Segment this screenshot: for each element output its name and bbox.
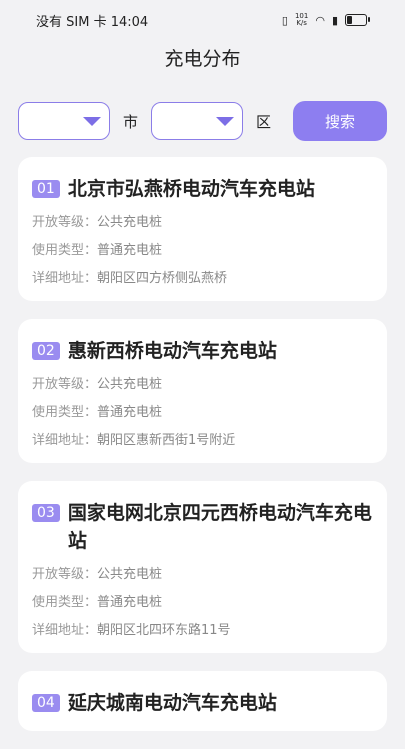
vibrate-icon: ▯: [281, 13, 288, 27]
address-row: 详细地址：朝阳区四方桥侧弘燕桥: [32, 271, 228, 286]
net-speed: 101 K/s: [294, 12, 309, 27]
district-select[interactable]: [151, 102, 244, 140]
sim-icon: ▮: [331, 13, 338, 27]
city-unit-label: 市: [123, 112, 139, 131]
station-number: 03: [32, 504, 60, 522]
open-level-row: 开放等级：公共充电桩: [32, 215, 163, 230]
open-level-row: 开放等级：公共充电桩: [32, 377, 163, 392]
use-type-row: 使用类型：普通充电桩: [32, 243, 163, 258]
station-card[interactable]: 03 国家电网北京四元西桥电动汽车充电站 开放等级：公共充电桩 使用类型：普通充…: [18, 481, 387, 653]
status-icons: ▯ 101 K/s ◠ ▮: [281, 12, 370, 27]
station-card[interactable]: 02 惠新西桥电动汽车充电站 开放等级：公共充电桩 使用类型：普通充电桩 详细地…: [18, 319, 387, 463]
carrier-time: 没有 SIM 卡 14:04: [36, 14, 149, 30]
station-card[interactable]: 04 延庆城南电动汽车充电站: [18, 671, 387, 731]
station-name: 延庆城南电动汽车充电站: [67, 692, 277, 714]
page-title: 充电分布: [164, 48, 241, 70]
filter-bar: 市 区 搜索: [18, 100, 387, 142]
chevron-down-icon: [83, 117, 101, 126]
district-unit-label: 区: [256, 112, 272, 131]
station-card[interactable]: 01 北京市弘燕桥电动汽车充电站 开放等级：公共充电桩 使用类型：普通充电桩 详…: [18, 157, 387, 301]
status-bar: 没有 SIM 卡 14:04 ▯ 101 K/s ◠ ▮: [0, 0, 405, 40]
city-select[interactable]: [18, 102, 110, 140]
station-list: 01 北京市弘燕桥电动汽车充电站 开放等级：公共充电桩 使用类型：普通充电桩 详…: [18, 157, 387, 749]
station-number: 01: [32, 180, 60, 198]
open-level-row: 开放等级：公共充电桩: [32, 567, 163, 582]
station-number: 04: [32, 694, 60, 712]
address-row: 详细地址：朝阳区惠新西街1号附近: [32, 433, 236, 448]
use-type-row: 使用类型：普通充电桩: [32, 595, 163, 610]
chevron-down-icon: [216, 117, 235, 126]
search-button[interactable]: 搜索: [293, 101, 387, 141]
station-name: 惠新西桥电动汽车充电站: [67, 340, 277, 362]
wifi-icon: ◠: [315, 13, 325, 27]
battery-icon: [345, 14, 370, 26]
address-row: 详细地址：朝阳区北四环东路11号: [32, 623, 231, 638]
use-type-row: 使用类型：普通充电桩: [32, 405, 163, 420]
station-name: 北京市弘燕桥电动汽车充电站: [67, 178, 315, 200]
station-name: 国家电网北京四元西桥电动汽车充电站: [67, 502, 372, 552]
station-number: 02: [32, 342, 60, 360]
